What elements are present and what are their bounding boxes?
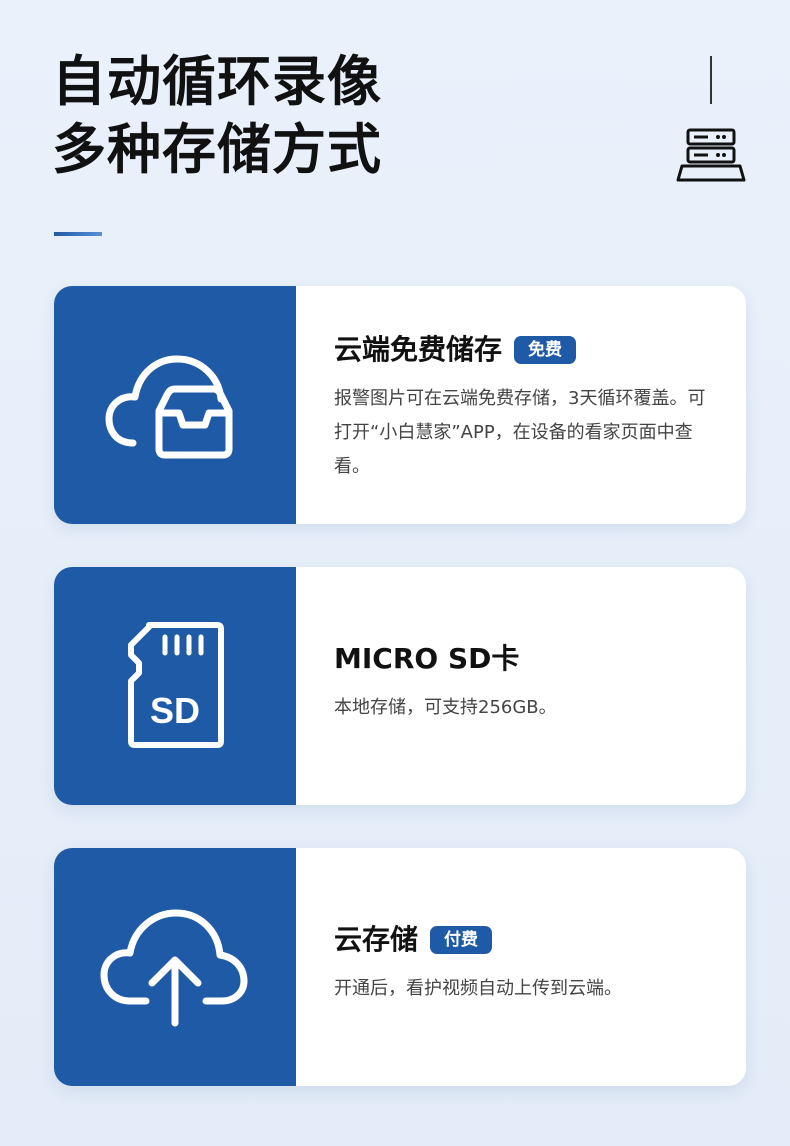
page-title: 自动循环录像 多种存储方式 bbox=[52, 48, 382, 184]
cloud-box-icon bbox=[105, 355, 233, 459]
card-description: 报警图片可在云端免费存储，3天循环覆盖。可打开“小白慧家”APP，在设备的看家页… bbox=[334, 388, 706, 477]
sd-card-icon: SD bbox=[128, 622, 224, 748]
card-title-text: MICRO SD卡 bbox=[334, 642, 520, 675]
server-storage-icon bbox=[676, 128, 746, 182]
paid-badge: 付费 bbox=[430, 926, 493, 954]
card-title-text: 云端免费储存 bbox=[334, 333, 503, 366]
card-title: 云存储 付费 bbox=[334, 922, 718, 958]
storage-card-cloud-paid: 云存储 付费 开通后，看护视频自动上传到云端。 bbox=[54, 848, 746, 1086]
card-title-text: 云存储 bbox=[334, 923, 419, 956]
title-line-1: 自动循环录像 bbox=[52, 50, 382, 113]
card-description: 开通后，看护视频自动上传到云端。 bbox=[334, 978, 622, 999]
title-line-2: 多种存储方式 bbox=[52, 118, 382, 181]
card-icon-panel bbox=[54, 286, 296, 524]
card-description: 本地存储，可支持256GB。 bbox=[334, 697, 557, 718]
card-icon-panel bbox=[54, 848, 296, 1086]
cloud-upload-icon bbox=[100, 909, 248, 1027]
accent-divider bbox=[54, 232, 102, 236]
storage-card-micro-sd: SD MICRO SD卡 本地存储，可支持256GB。 bbox=[54, 567, 746, 805]
card-title: 云端免费储存 免费 bbox=[334, 332, 718, 368]
sd-icon-label: SD bbox=[150, 690, 200, 731]
card-title: MICRO SD卡 bbox=[334, 641, 718, 677]
card-icon-panel: SD bbox=[54, 567, 296, 805]
vertical-divider bbox=[710, 56, 712, 104]
free-badge: 免费 bbox=[514, 336, 577, 364]
storage-card-cloud-free: 云端免费储存 免费 报警图片可在云端免费存储，3天循环覆盖。可打开“小白慧家”A… bbox=[54, 286, 746, 524]
